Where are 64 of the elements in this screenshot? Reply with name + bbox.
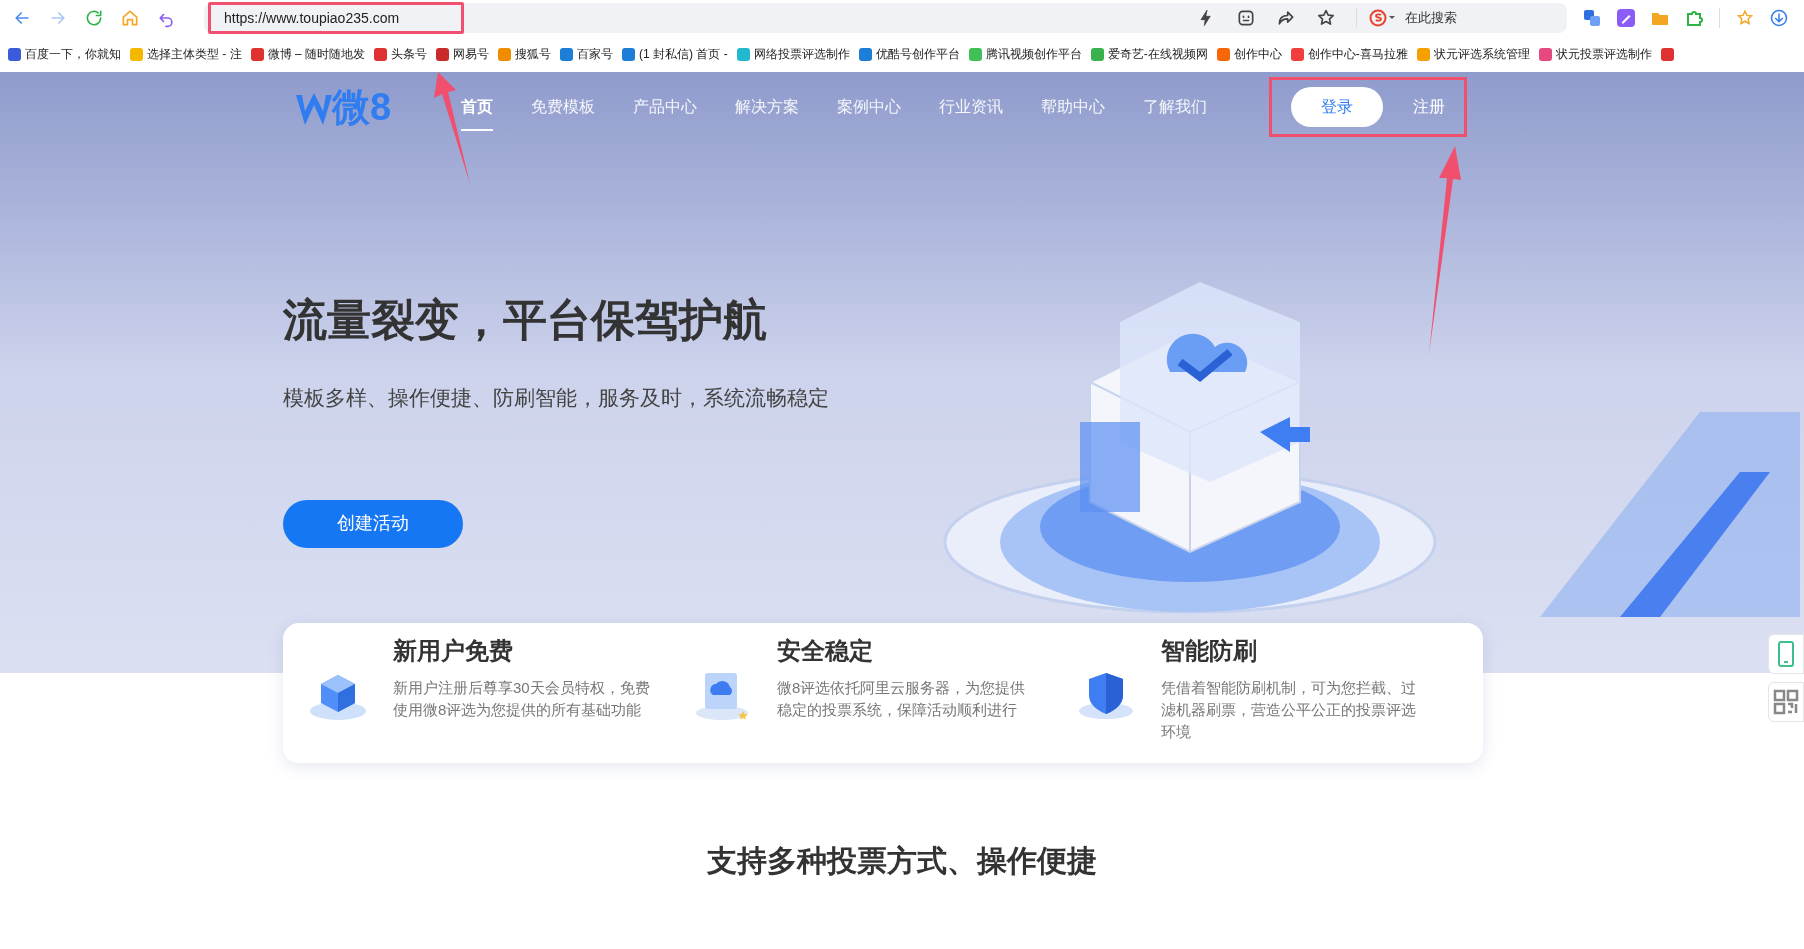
site-icon	[1660, 47, 1674, 61]
login-button[interactable]: 登录	[1291, 87, 1384, 127]
site-icon	[436, 47, 449, 61]
bookmark[interactable]: 百家号	[560, 45, 613, 63]
star-icon[interactable]	[1736, 9, 1754, 27]
bookmark[interactable]: 状元评选系统管理	[1416, 45, 1530, 63]
bookmark[interactable]: 网络投票评选制作	[736, 45, 850, 63]
section-heading: 支持多种投票方式、操作便捷	[706, 843, 1098, 879]
bookmark[interactable]: 选择主体类型 - 注	[130, 45, 242, 63]
bookmark[interactable]: 状元投票评选制作	[1538, 45, 1652, 63]
bookmark[interactable]: 创作中心	[1216, 45, 1282, 63]
home-icon[interactable]	[120, 8, 140, 28]
site-icon	[1290, 47, 1304, 61]
address-bar[interactable]: https://www.toupiao235.com 在此搜索	[204, 3, 1567, 33]
qr-code-icon	[1773, 689, 1799, 715]
feature-description: 微8评选依托阿里云服务器，为您提供稳定的投票系统，保障活动顺利进行	[777, 678, 1027, 720]
bookmark[interactable]: 爱奇艺-在线视频网	[1090, 45, 1208, 63]
bookmark[interactable]: 网易号	[436, 45, 489, 63]
smiley-icon[interactable]	[1236, 8, 1256, 28]
puzzle-icon[interactable]	[1685, 9, 1703, 27]
site-icon	[858, 47, 872, 61]
site-icon	[1538, 47, 1552, 61]
bookmark[interactable]: 百度一下，你就知	[8, 45, 121, 63]
hero-title: 流量裂变，平台保驾护航	[283, 294, 768, 346]
create-activity-button[interactable]: 创建活动	[283, 499, 463, 548]
site-icon	[1090, 47, 1104, 61]
logo-mark-icon	[296, 93, 332, 127]
bookmark[interactable]: 创作中心-喜马拉雅	[1290, 45, 1408, 63]
pen-icon[interactable]	[1617, 9, 1635, 27]
site-icon	[8, 47, 21, 61]
feature-description: 新用户注册后尊享30天会员特权，免费使用微8评选为您提供的所有基础功能	[393, 678, 651, 720]
feature-title: 智能防刷	[1161, 637, 1258, 665]
url-text: https://www.toupiao235.com	[224, 8, 400, 28]
site-icon	[374, 47, 387, 61]
feature-description: 凭借着智能防刷机制，可为您拦截、过滤机器刷票，营造公平公正的投票评选环境	[1161, 678, 1417, 742]
feature-title: 新用户免费	[393, 637, 514, 665]
phone-icon	[1778, 641, 1794, 667]
site-icon	[1216, 47, 1230, 61]
qr-code-button[interactable]	[1768, 682, 1804, 722]
feature-title: 安全稳定	[777, 637, 874, 665]
bookmark[interactable]: (1 封私信) 首页 -	[622, 45, 728, 63]
logo-text: 微8	[332, 87, 392, 127]
site-icon	[130, 47, 143, 61]
bookmark[interactable]: 微博 – 随时随地发	[250, 45, 365, 63]
mobile-button[interactable]	[1768, 634, 1804, 674]
download-icon[interactable]	[1770, 9, 1788, 27]
translate-icon[interactable]	[1583, 9, 1601, 27]
site-icon	[250, 47, 264, 61]
bookmark[interactable]: 腾讯视频创作平台	[968, 45, 1082, 63]
bookmark[interactable]: 头条号	[374, 45, 427, 63]
site-icon	[1416, 47, 1430, 61]
search-engine-icon[interactable]	[1369, 9, 1397, 27]
site-icon	[560, 47, 573, 61]
search-placeholder[interactable]: 在此搜索	[1405, 8, 1555, 28]
hero-subtitle: 模板多样、操作便捷、防刷智能，服务及时，系统流畅稳定	[283, 385, 830, 411]
site-icon	[498, 47, 511, 61]
site-icon	[622, 47, 635, 61]
star-plus-icon[interactable]	[1316, 8, 1336, 28]
share-icon[interactable]	[1276, 8, 1296, 28]
site-icon	[968, 47, 982, 61]
bookmark[interactable]: 搜狐号	[498, 45, 551, 63]
site-icon	[736, 47, 750, 61]
bookmark[interactable]: 优酷号创作平台	[858, 45, 960, 63]
reload-icon[interactable]	[84, 8, 104, 28]
